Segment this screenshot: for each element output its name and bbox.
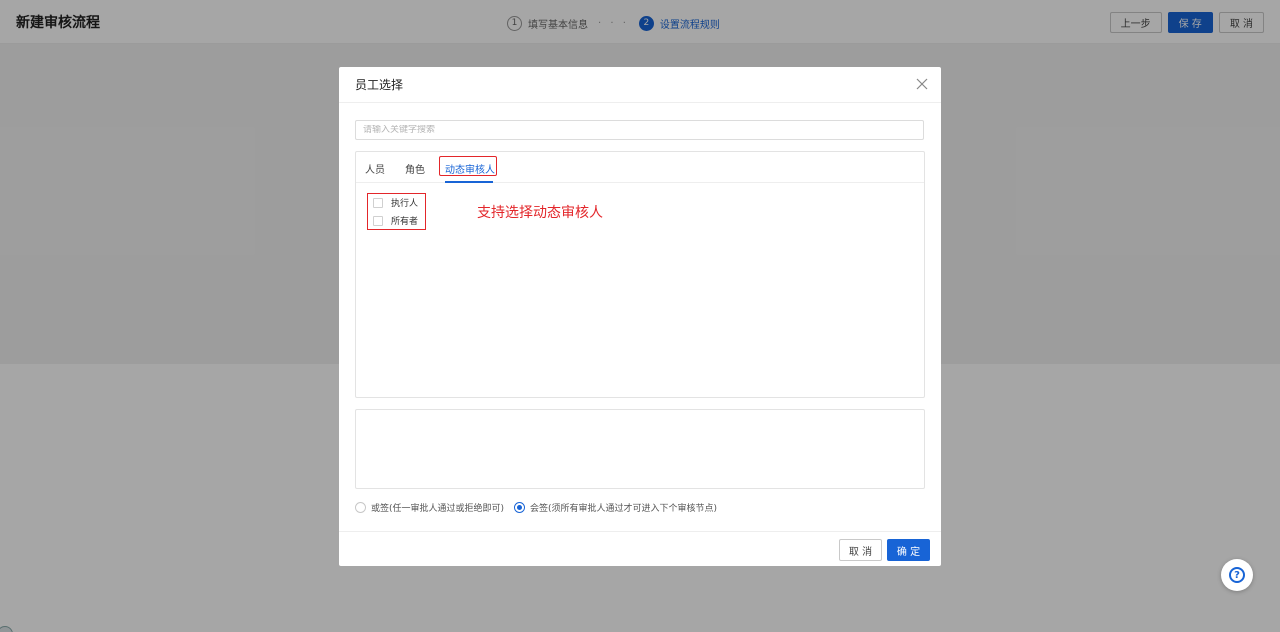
help-icon: ?	[1229, 567, 1245, 583]
radio-dot[interactable]	[355, 502, 366, 513]
active-tab-underline	[445, 181, 493, 183]
tab-highlight-box	[439, 156, 497, 176]
dialog-confirm-button[interactable]: 确 定	[887, 539, 930, 561]
radio-label: 会签(须所有审批人通过才可进入下个审核节点)	[530, 504, 718, 514]
help-button[interactable]: ?	[1221, 559, 1253, 591]
search-input[interactable]	[363, 125, 923, 135]
tab-roles[interactable]: 角色	[405, 161, 425, 176]
option-label: 执行人	[391, 199, 419, 209]
search-box	[355, 120, 924, 140]
dialog-title: 员工选择	[355, 78, 404, 92]
selection-panel: 人员 角色 动态审核人 执行人 所有者 支持选择动态审核人	[355, 151, 925, 398]
option-label: 所有者	[391, 217, 419, 227]
option-executor[interactable]: 执行人	[373, 196, 418, 209]
tab-bar: 人员 角色 动态审核人	[356, 152, 924, 183]
checkbox[interactable]	[373, 197, 383, 208]
option-owner[interactable]: 所有者	[373, 214, 418, 227]
radio-dot[interactable]	[514, 502, 526, 513]
selected-list	[355, 409, 925, 489]
radio-or-sign[interactable]: 或签(任一审批人通过或拒绝即可)	[355, 501, 504, 514]
dynamic-options-highlight: 执行人 所有者	[367, 193, 426, 230]
close-icon[interactable]	[915, 77, 929, 91]
approval-mode: 或签(任一审批人通过或拒绝即可) 会签(须所有审批人通过才可进入下个审核节点)	[355, 501, 727, 514]
dialog-header: 员工选择	[339, 67, 941, 103]
dialog-cancel-button[interactable]: 取 消	[839, 539, 882, 561]
employee-select-dialog: 员工选择 人员 角色 动态审核人 执行人 所有者 支持选择动态审核人	[339, 67, 941, 566]
tab-people[interactable]: 人员	[365, 161, 385, 176]
radio-co-sign[interactable]: 会签(须所有审批人通过才可进入下个审核节点)	[514, 501, 717, 514]
radio-label: 或签(任一审批人通过或拒绝即可)	[371, 504, 505, 514]
annotation-note: 支持选择动态审核人	[477, 205, 603, 221]
checkbox[interactable]	[373, 215, 383, 226]
dialog-footer: 取 消 确 定	[339, 531, 941, 566]
